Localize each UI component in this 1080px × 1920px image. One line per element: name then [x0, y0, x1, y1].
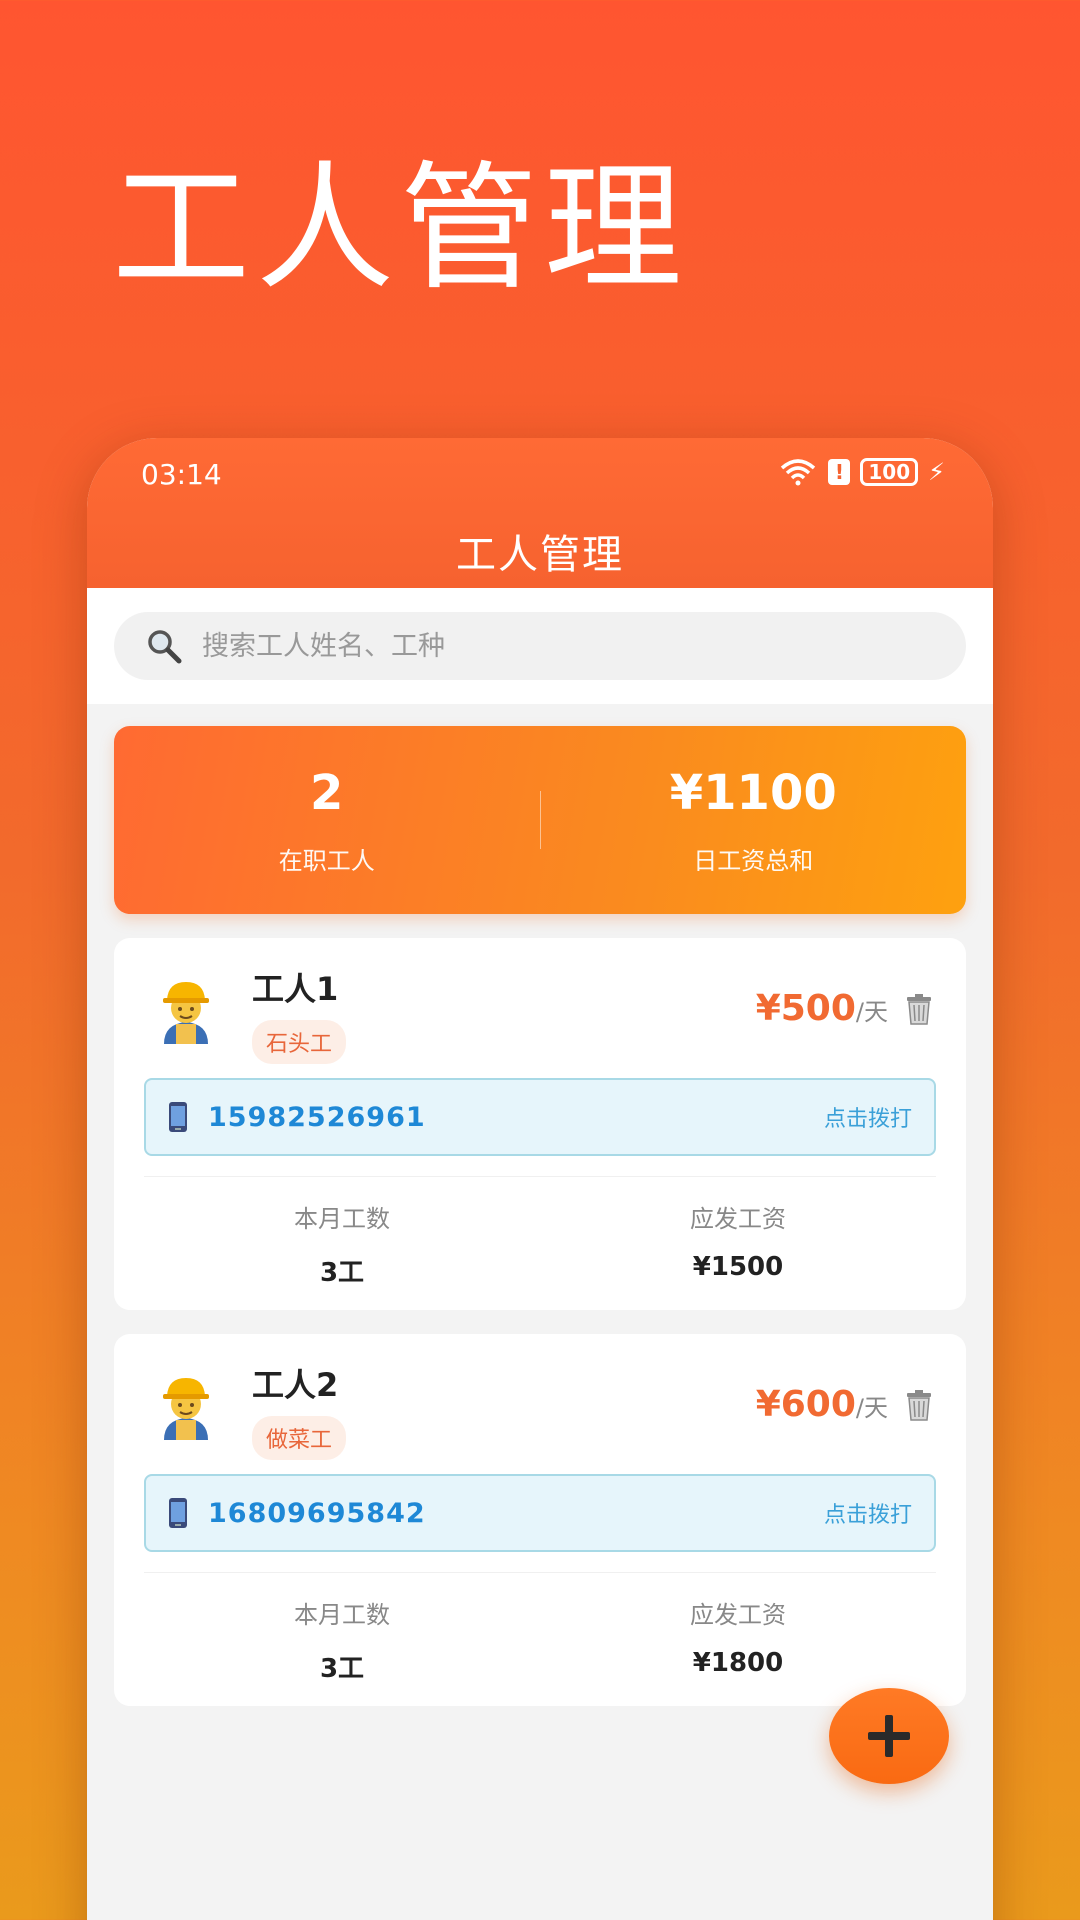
- divider: [144, 1176, 936, 1177]
- wage-value: ¥500: [755, 988, 856, 1029]
- daily-total-value: ¥1100: [669, 764, 837, 821]
- search-input[interactable]: [202, 630, 802, 662]
- worker-card[interactable]: 工人2 做菜工 ¥600/天 16809695842 点击拨打 本月工数 3工 …: [114, 1334, 966, 1706]
- days-value: 3工: [319, 1258, 365, 1288]
- trash-icon[interactable]: [902, 992, 936, 1026]
- alert-icon: !: [828, 459, 851, 485]
- worker-name: 工人2: [252, 1366, 339, 1404]
- trash-icon[interactable]: [902, 1388, 936, 1422]
- wage-value: ¥600: [755, 1384, 856, 1425]
- pay-label: 应发工资: [690, 1205, 786, 1233]
- plus-icon: [868, 1715, 910, 1757]
- add-worker-button[interactable]: [829, 1688, 949, 1784]
- payable-wage: 应发工资 ¥1800: [540, 1595, 936, 1685]
- status-icons: ! 100 ⚡: [778, 458, 945, 486]
- promo-title: 工人管理: [112, 148, 689, 309]
- daily-wage: ¥500/天: [756, 988, 888, 1029]
- phone-number: 15982526961: [208, 1101, 426, 1133]
- battery-icon: 100: [860, 458, 919, 486]
- daily-total-label: 日工资总和: [693, 846, 814, 875]
- stat-worker-count: 2 在职工人: [114, 765, 540, 876]
- days-worked: 本月工数 3工: [144, 1595, 540, 1685]
- worker-count-value: 2: [310, 764, 344, 821]
- days-label: 本月工数: [294, 1601, 390, 1629]
- pay-label: 应发工资: [690, 1601, 786, 1629]
- search-icon: [148, 630, 182, 664]
- pay-value: ¥1800: [692, 1648, 784, 1678]
- battery-level: 100: [868, 460, 911, 484]
- days-value: 3工: [319, 1654, 365, 1684]
- pay-value: ¥1500: [692, 1252, 784, 1282]
- wifi-icon: [781, 459, 816, 486]
- call-link[interactable]: 点击拨打: [824, 1101, 912, 1133]
- days-label: 本月工数: [294, 1205, 390, 1233]
- mobile-phone-icon: [169, 1498, 187, 1528]
- phone-number: 16809695842: [208, 1497, 426, 1529]
- search-bar[interactable]: [114, 612, 966, 680]
- wage-unit: /天: [855, 998, 888, 1026]
- worker-name: 工人1: [252, 970, 339, 1008]
- trade-tag: 石头工: [252, 1020, 347, 1064]
- construction-worker-icon: [163, 982, 209, 1044]
- search-section: [87, 588, 993, 704]
- payable-wage: 应发工资 ¥1500: [540, 1199, 936, 1289]
- construction-worker-icon: [163, 1378, 209, 1440]
- divider: [144, 1572, 936, 1573]
- mobile-phone-icon: [169, 1102, 187, 1132]
- worker-card[interactable]: 工人1 石头工 ¥500/天 15982526961 点击拨打 本月工数 3工 …: [114, 938, 966, 1310]
- trade-tag: 做菜工: [252, 1416, 347, 1460]
- days-worked: 本月工数 3工: [144, 1199, 540, 1289]
- stat-daily-total: ¥1100 日工资总和: [541, 765, 967, 876]
- call-button[interactable]: 15982526961 点击拨打: [144, 1078, 936, 1156]
- call-button[interactable]: 16809695842 点击拨打: [144, 1474, 936, 1552]
- app-header: 03:14 ! 100 ⚡ 工人管理: [87, 438, 993, 588]
- status-time: 03:14: [141, 458, 222, 491]
- daily-wage: ¥600/天: [756, 1384, 888, 1425]
- stats-card: 2 在职工人 ¥1100 日工资总和: [114, 726, 966, 914]
- charging-icon: ⚡: [928, 458, 945, 486]
- worker-count-label: 在职工人: [278, 846, 375, 875]
- phone-frame: 03:14 ! 100 ⚡ 工人管理 2 在职工人: [87, 438, 993, 1920]
- wage-unit: /天: [855, 1394, 888, 1422]
- call-link[interactable]: 点击拨打: [824, 1497, 912, 1529]
- page-title: 工人管理: [456, 532, 624, 578]
